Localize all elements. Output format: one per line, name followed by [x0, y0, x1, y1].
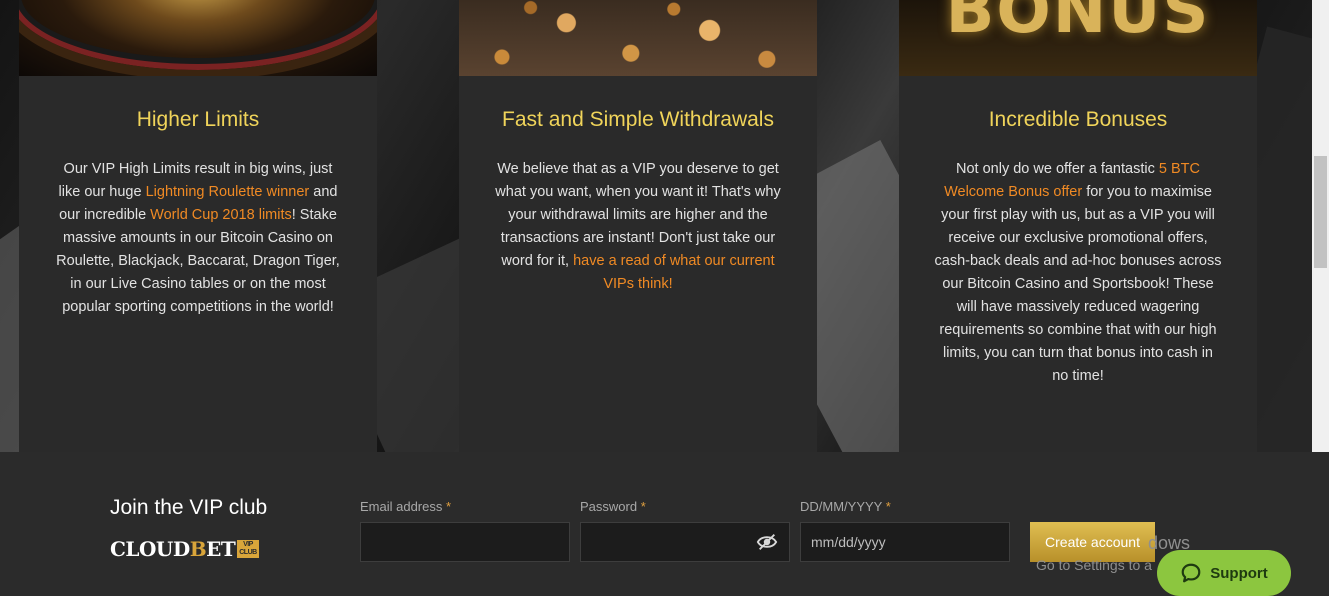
card-title: Incredible Bonuses [988, 108, 1168, 131]
card-body: We believe that as a VIP you deserve to … [493, 158, 783, 296]
email-label: Email address * [360, 499, 451, 514]
create-account-button[interactable]: Create account [1030, 522, 1155, 562]
card-title: Higher Limits [136, 108, 260, 131]
card-body: Not only do we offer a fantastic 5 BTC W… [933, 158, 1223, 388]
body-text: ! Stake massive amounts in our Bitcoin C… [56, 207, 340, 315]
chat-bubble-icon [1181, 563, 1201, 583]
logo-text: CLOUD [110, 537, 190, 561]
dob-label-text: DD/MM/YYYY [800, 499, 883, 514]
vip-club-badge: VIP CLUB [237, 540, 259, 558]
password-label-text: Password [580, 499, 638, 514]
scrollbar-thumb[interactable] [1314, 156, 1327, 268]
dob-label: DD/MM/YYYY * [800, 499, 891, 514]
badge-line: VIP [243, 541, 253, 548]
support-button[interactable]: Support [1157, 550, 1291, 596]
email-field[interactable] [360, 522, 570, 562]
roulette-image [19, 0, 377, 76]
join-vip-title: Join the VIP club [110, 496, 268, 519]
card-body: Our VIP High Limits result in big wins, … [53, 158, 343, 319]
dice-image [459, 0, 817, 76]
required-mark: * [446, 499, 452, 514]
cloudbet-vip-logo[interactable]: CLOUDBET VIP CLUB [110, 537, 259, 561]
logo-b-letter: B [189, 537, 207, 561]
support-label: Support [1210, 564, 1268, 582]
email-label-text: Email address [360, 499, 443, 514]
body-text: for you to maximise your first play with… [934, 184, 1222, 384]
inline-link[interactable]: have a read of what our current VIPs thi… [573, 253, 775, 292]
badge-line: CLUB [239, 549, 257, 556]
feature-card-higher-limits: Higher Limits Our VIP High Limits result… [19, 0, 377, 452]
card-title: Fast and Simple Withdrawals [502, 108, 774, 131]
dob-field[interactable] [800, 522, 1010, 562]
password-label: Password * [580, 499, 646, 514]
required-mark: * [885, 499, 891, 514]
logo-text: ET [206, 537, 236, 561]
feature-card-bonuses: BONUS Incredible Bonuses Not only do we … [899, 0, 1257, 452]
bonus-image-text: BONUS [945, 0, 1211, 48]
inline-link[interactable]: World Cup 2018 limits [150, 207, 292, 223]
required-mark: * [640, 499, 646, 514]
body-text: Not only do we offer a fantastic [956, 161, 1159, 177]
inline-link[interactable]: Lightning Roulette winner [146, 184, 310, 200]
eye-slash-icon[interactable] [756, 532, 778, 552]
feature-card-withdrawals: Fast and Simple Withdrawals We believe t… [459, 0, 817, 452]
activate-windows-watermark: Go to Settings to a [1036, 557, 1152, 573]
bonus-image: BONUS [899, 0, 1257, 76]
